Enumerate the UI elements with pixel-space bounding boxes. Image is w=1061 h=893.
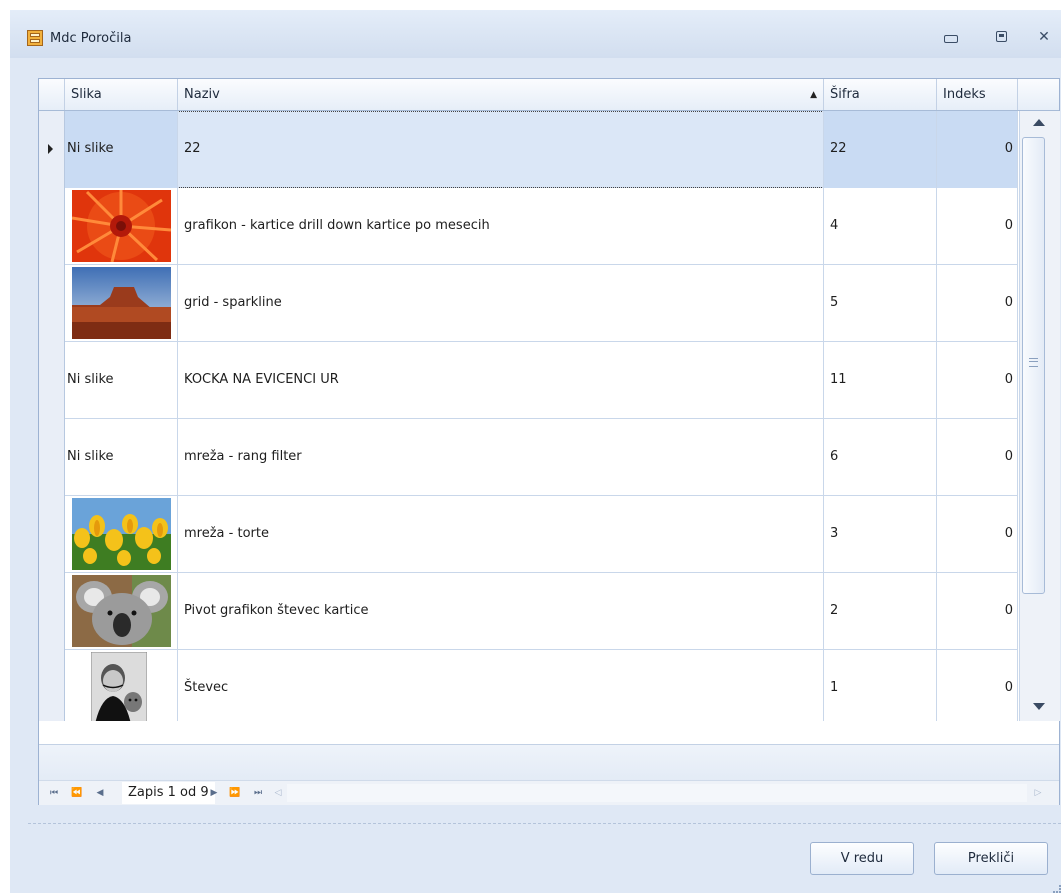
maximize-button[interactable] <box>990 26 1012 48</box>
red-flower-photo <box>72 190 171 262</box>
ok-button[interactable]: V redu <box>810 842 914 875</box>
slika-cell[interactable] <box>65 496 178 573</box>
record-position-text: Zapis 1 od 9 <box>122 782 215 804</box>
slika-cell[interactable] <box>65 188 178 265</box>
naziv-cell[interactable]: Števec <box>178 650 824 721</box>
yellow-tulips-photo <box>72 498 171 570</box>
slika-cell[interactable] <box>65 650 178 721</box>
header-indicator-cell <box>39 79 65 110</box>
sifra-cell[interactable]: 11 <box>824 342 937 419</box>
minimize-button[interactable] <box>940 26 962 48</box>
scroll-thumb[interactable] <box>1022 137 1045 594</box>
row-indicator[interactable] <box>39 419 65 496</box>
slika-cell[interactable]: Ni slike <box>65 111 178 188</box>
column-header-sifra[interactable]: Šifra <box>824 79 937 110</box>
desert-butte-photo <box>72 267 171 339</box>
reports-grid[interactable]: Slika Naziv ▲ Šifra Indeks Ni slike 22 2… <box>38 78 1060 805</box>
title-bar[interactable]: Mdc Poročila ✕ <box>10 10 1061 58</box>
minimize-icon <box>944 35 958 43</box>
sifra-cell[interactable]: 2 <box>824 573 937 650</box>
table-row[interactable]: grid - sparkline 5 0 <box>39 265 1018 342</box>
previous-page-icon[interactable]: ⏪ <box>68 783 86 803</box>
grid-header: Slika Naziv ▲ Šifra Indeks <box>39 79 1059 111</box>
naziv-cell[interactable]: Pivot grafikon števec kartice <box>178 573 824 650</box>
table-row[interactable]: grafikon - kartice drill down kartice po… <box>39 188 1018 265</box>
indeks-cell[interactable]: 0 <box>937 188 1018 265</box>
indeks-cell[interactable]: 0 <box>937 111 1018 188</box>
row-indicator[interactable] <box>39 265 65 342</box>
next-page-icon[interactable]: ⏩ <box>226 783 244 803</box>
grip-icon <box>1029 358 1038 367</box>
grid-rows: Ni slike 22 22 0 grafikon - kartice dril… <box>39 111 1059 721</box>
table-row[interactable]: Števec 1 0 <box>39 650 1018 721</box>
man-with-cat-photo <box>91 652 147 721</box>
scroll-down-arrow-icon[interactable] <box>1033 703 1045 710</box>
row-indicator[interactable] <box>39 342 65 419</box>
naziv-cell[interactable]: mreža - rang filter <box>178 419 824 496</box>
sifra-cell[interactable]: 4 <box>824 188 937 265</box>
row-indicator[interactable] <box>39 496 65 573</box>
report-dialog: Mdc Poročila ✕ Slika Naziv ▲ Šifra Indek… <box>10 10 1061 893</box>
naziv-cell[interactable]: grid - sparkline <box>178 265 824 342</box>
sifra-cell[interactable]: 6 <box>824 419 937 496</box>
sifra-cell[interactable]: 1 <box>824 650 937 721</box>
row-indicator[interactable] <box>39 650 65 721</box>
last-record-icon[interactable]: ⏭ <box>249 783 267 803</box>
scroll-up-arrow-icon[interactable] <box>1033 119 1045 126</box>
close-button[interactable]: ✕ <box>1033 26 1055 48</box>
close-icon: ✕ <box>1038 29 1050 45</box>
window-title: Mdc Poročila <box>50 31 132 46</box>
indeks-cell[interactable]: 0 <box>937 650 1018 721</box>
scroll-left-arrow-icon[interactable]: ◁ <box>269 783 287 803</box>
table-row[interactable]: mreža - torte 3 0 <box>39 496 1018 573</box>
indeks-cell[interactable]: 0 <box>937 496 1018 573</box>
previous-record-icon[interactable]: ◀ <box>91 783 109 803</box>
next-record-icon[interactable]: ▶ <box>205 783 223 803</box>
naziv-cell[interactable]: KOCKA NA EVICENCI UR <box>178 342 824 419</box>
resize-grip-icon[interactable] <box>1053 885 1061 893</box>
naziv-cell[interactable]: 22 <box>178 111 824 188</box>
button-separator <box>28 823 1061 824</box>
table-row[interactable]: Pivot grafikon števec kartice 2 0 <box>39 573 1018 650</box>
slika-cell[interactable] <box>65 265 178 342</box>
sifra-cell[interactable]: 3 <box>824 496 937 573</box>
row-indicator[interactable] <box>39 111 65 188</box>
indeks-cell[interactable]: 0 <box>937 573 1018 650</box>
indeks-cell[interactable]: 0 <box>937 419 1018 496</box>
table-row[interactable]: Ni slike 22 22 0 <box>39 111 1018 188</box>
naziv-cell[interactable]: mreža - torte <box>178 496 824 573</box>
report-app-icon <box>27 30 43 46</box>
scroll-right-arrow-icon[interactable]: ▷ <box>1029 783 1047 803</box>
vertical-scrollbar[interactable] <box>1019 111 1060 721</box>
row-indicator[interactable] <box>39 573 65 650</box>
column-header-slika[interactable]: Slika <box>65 79 178 110</box>
koala-photo <box>72 575 171 647</box>
indeks-cell[interactable]: 0 <box>937 342 1018 419</box>
maximize-icon <box>995 31 1007 42</box>
record-navigator: ⏮ ⏪ ◀ Zapis 1 od 9 ▶ ⏩ ⏭ ◁ ▷ <box>39 780 1059 805</box>
sifra-cell[interactable]: 5 <box>824 265 937 342</box>
slika-cell[interactable] <box>65 573 178 650</box>
slika-cell[interactable]: Ni slike <box>65 419 178 496</box>
sifra-cell[interactable]: 22 <box>824 111 937 188</box>
horizontal-scrollbar[interactable] <box>287 784 1027 802</box>
slika-cell[interactable]: Ni slike <box>65 342 178 419</box>
column-header-naziv[interactable]: Naziv ▲ <box>178 79 824 110</box>
column-header-naziv-label: Naziv <box>184 87 220 102</box>
grid-footer <box>39 744 1059 781</box>
column-header-indeks[interactable]: Indeks <box>937 79 1018 110</box>
table-row[interactable]: Ni slike mreža - rang filter 6 0 <box>39 419 1018 496</box>
current-row-pointer-icon <box>48 144 53 154</box>
row-indicator[interactable] <box>39 188 65 265</box>
cancel-button[interactable]: Prekliči <box>934 842 1048 875</box>
first-record-icon[interactable]: ⏮ <box>45 783 63 803</box>
table-row[interactable]: Ni slike KOCKA NA EVICENCI UR 11 0 <box>39 342 1018 419</box>
naziv-cell[interactable]: grafikon - kartice drill down kartice po… <box>178 188 824 265</box>
sort-ascending-icon: ▲ <box>810 90 817 100</box>
indeks-cell[interactable]: 0 <box>937 265 1018 342</box>
